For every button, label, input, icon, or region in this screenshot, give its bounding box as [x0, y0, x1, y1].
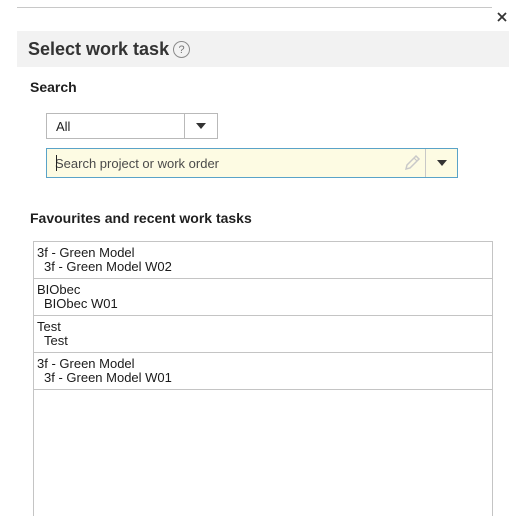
task-project: 3f - Green Model — [37, 245, 135, 260]
search-scope-value: All — [56, 118, 71, 134]
dialog-title: Select work task — [28, 38, 170, 59]
task-work-order: Test — [44, 333, 68, 348]
text-caret — [56, 155, 57, 171]
pencil-icon[interactable] — [399, 149, 425, 177]
dialog-header: Select work task ? — [17, 31, 509, 67]
list-item[interactable]: 3f - Green Model 3f - Green Model W01 — [34, 353, 492, 390]
task-project: BIObec — [37, 282, 81, 297]
chevron-down-icon[interactable] — [425, 149, 457, 177]
list-item[interactable]: BIObec BIObec W01 — [34, 279, 492, 316]
search-scope-select[interactable]: All — [46, 113, 218, 139]
search-label: Search — [30, 79, 77, 95]
select-work-task-dialog: Select work task ? Search All Favourites… — [0, 0, 509, 516]
task-project: 3f - Green Model — [37, 356, 135, 371]
task-project: Test — [37, 319, 61, 334]
list-item[interactable]: Test Test — [34, 316, 492, 353]
task-work-order: BIObec W01 — [44, 296, 118, 311]
search-field[interactable] — [46, 148, 458, 178]
close-icon[interactable] — [495, 10, 509, 24]
favourites-label: Favourites and recent work tasks — [30, 210, 252, 226]
work-task-list: 3f - Green Model 3f - Green Model W02 BI… — [33, 241, 493, 516]
task-work-order: 3f - Green Model W01 — [44, 370, 172, 385]
task-work-order: 3f - Green Model W02 — [44, 259, 172, 274]
chevron-down-icon[interactable] — [184, 114, 217, 138]
list-item[interactable]: 3f - Green Model 3f - Green Model W02 — [34, 242, 492, 279]
search-input[interactable] — [47, 149, 399, 177]
question-circle-icon[interactable]: ? — [173, 41, 191, 58]
top-divider — [17, 7, 492, 8]
